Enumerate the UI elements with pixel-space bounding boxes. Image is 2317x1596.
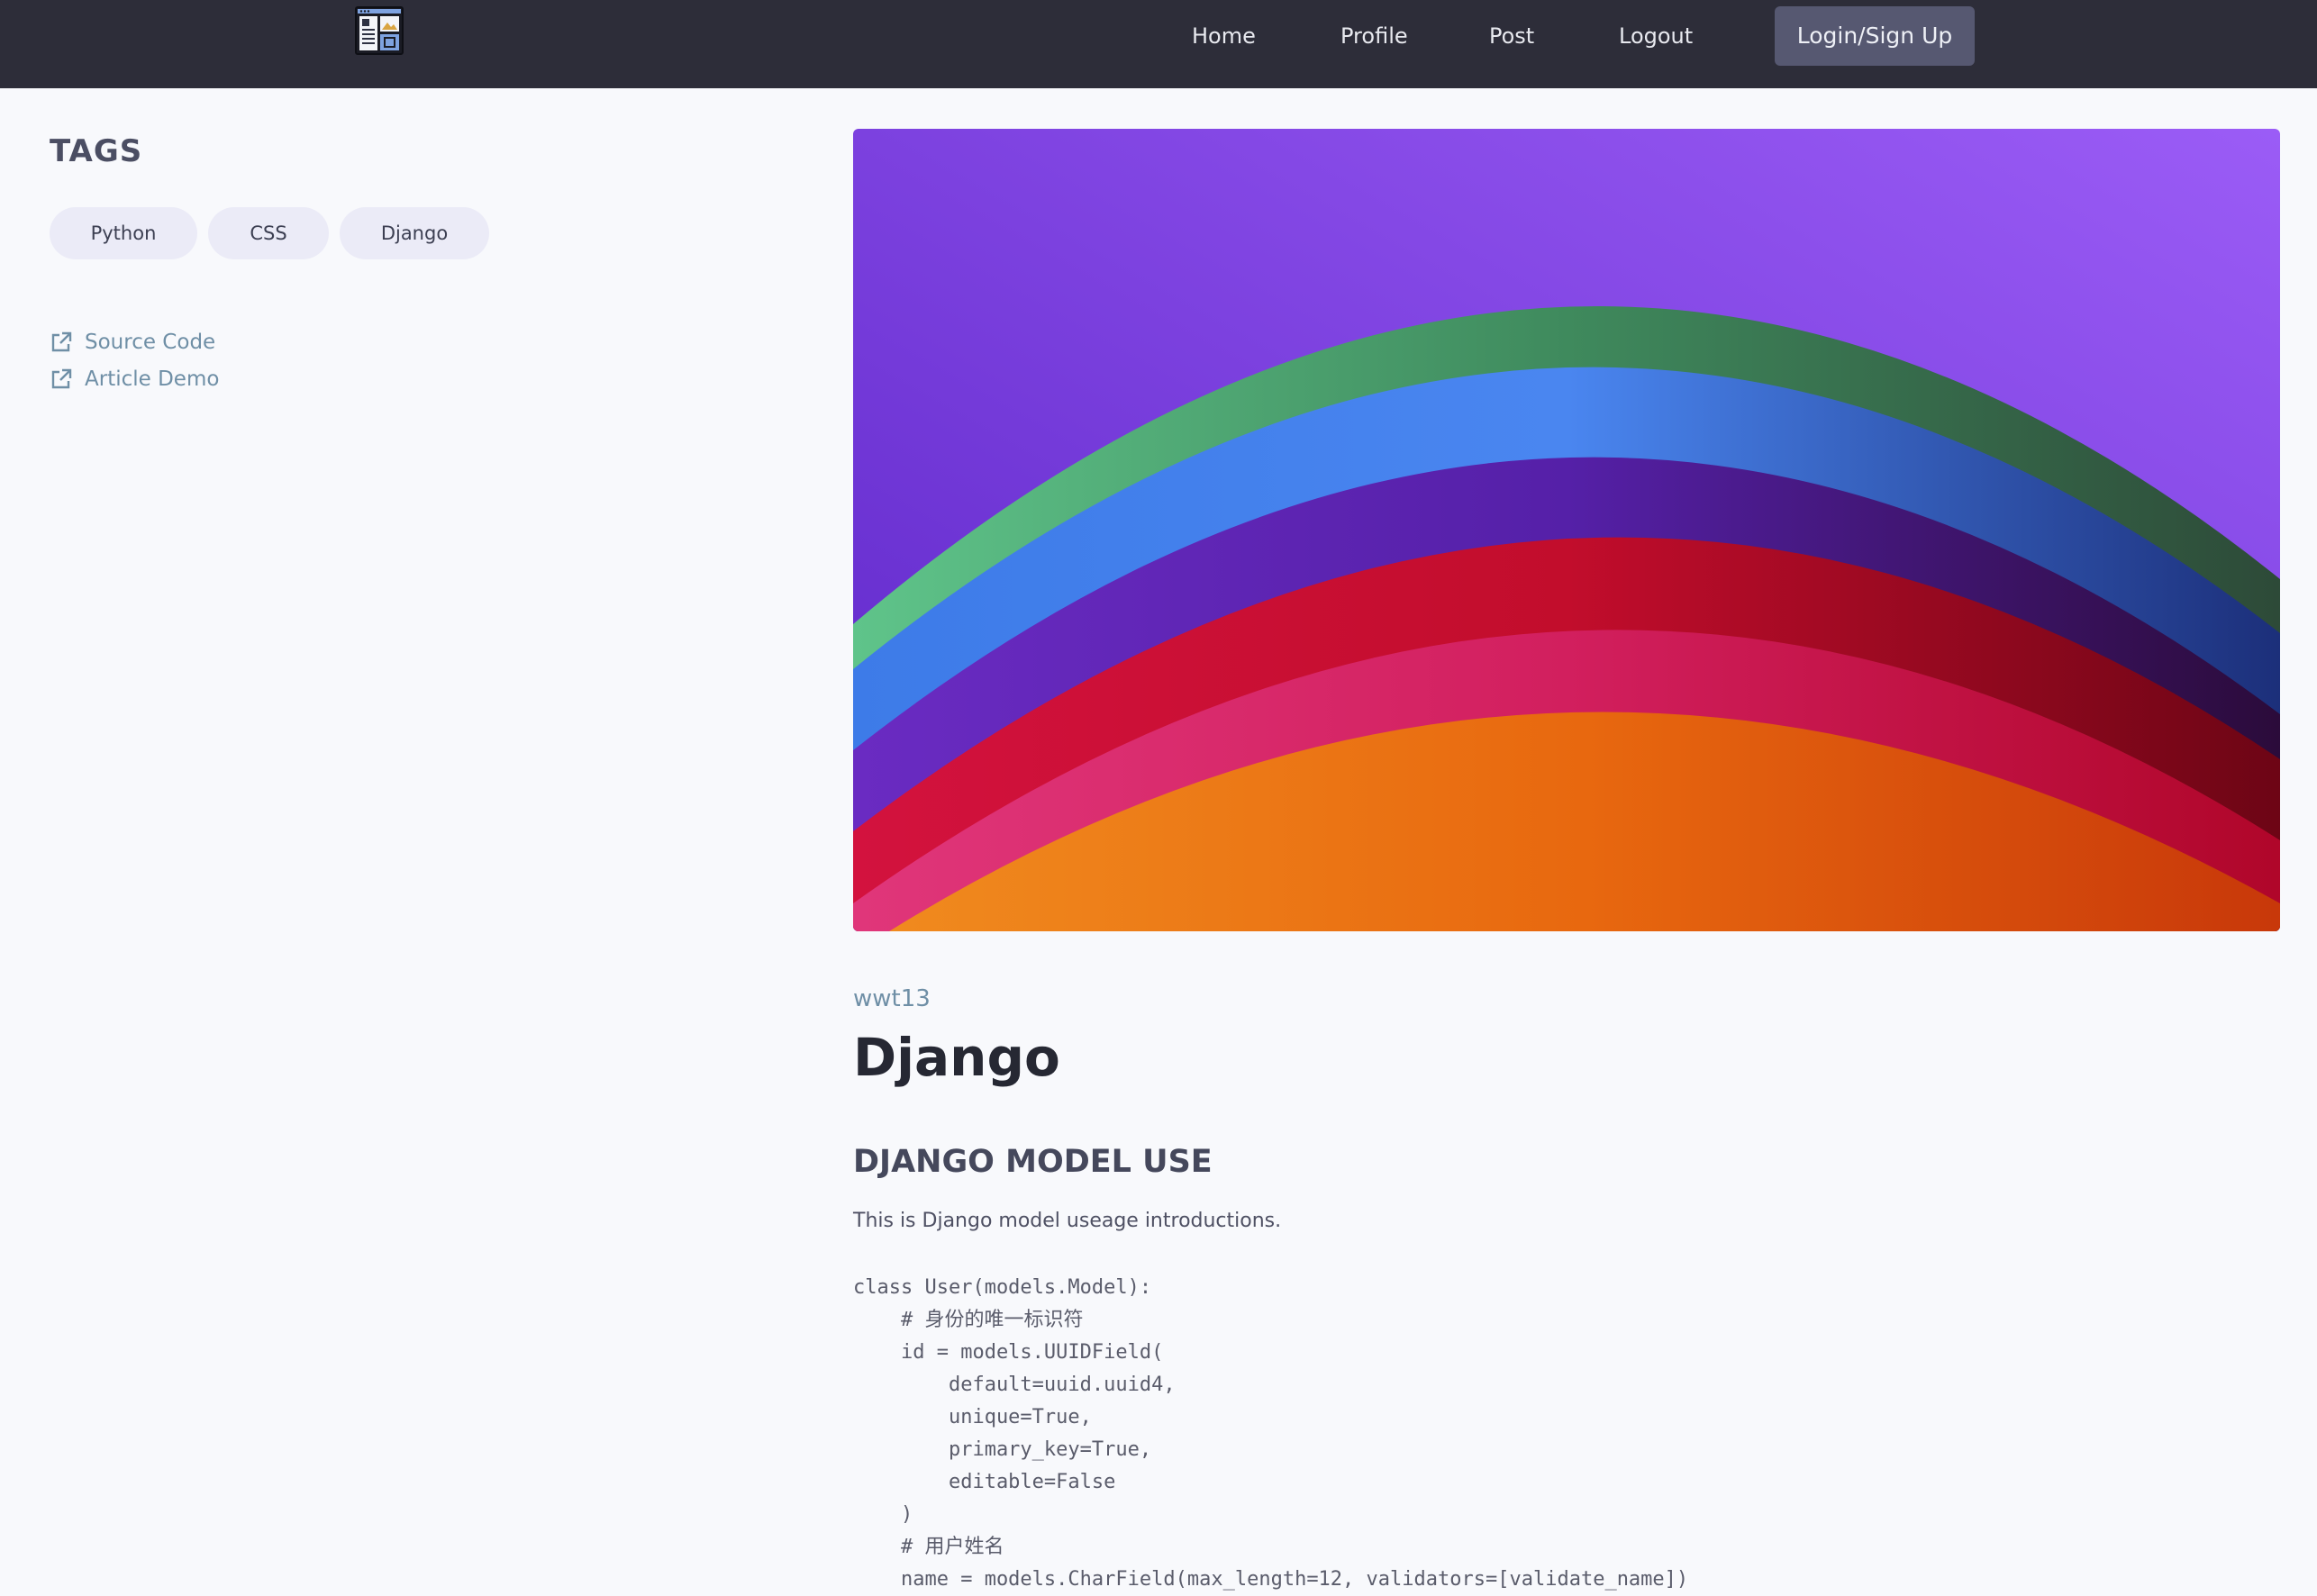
login-signup-button[interactable]: Login/Sign Up [1775, 6, 1975, 66]
code-line: unique=True, [853, 1406, 1092, 1428]
nav-logout-link[interactable]: Logout [1619, 20, 1693, 52]
article-intro: This is Django model useage introduction… [853, 1210, 1282, 1232]
nav-home-link[interactable]: Home [1192, 20, 1256, 52]
nav-profile-link[interactable]: Profile [1340, 20, 1408, 52]
tag-python[interactable]: Python [50, 207, 197, 259]
tag-css[interactable]: CSS [208, 207, 329, 259]
code-block: class User(models.Model): # 身份的唯一标识符 id … [853, 1272, 2280, 1596]
article-title: Django [853, 1027, 1060, 1088]
top-navbar: Home Profile Post Logout Login/Sign Up [0, 0, 2317, 88]
article-hero-image [853, 129, 2280, 931]
source-code-label: Source Code [85, 331, 216, 354]
site-logo-icon[interactable] [354, 5, 404, 56]
tag-django[interactable]: Django [340, 207, 489, 259]
tags-heading: TAGS [50, 133, 143, 169]
source-code-link[interactable]: Source Code [50, 328, 215, 357]
article-author-link[interactable]: wwt13 [853, 985, 931, 1012]
code-line: # 身份的唯一标识符 [853, 1309, 1084, 1331]
code-line: # 用户姓名 [853, 1536, 1004, 1558]
code-line: class User(models.Model): [853, 1276, 1152, 1299]
code-line: id = models.UUIDField( [853, 1341, 1164, 1364]
article-demo-link[interactable]: Article Demo [50, 365, 219, 394]
external-link-icon [50, 367, 73, 391]
code-line: name = models.CharField(max_length=12, v… [853, 1568, 1689, 1591]
code-line: ) [853, 1503, 913, 1526]
nav-post-link[interactable]: Post [1489, 20, 1534, 52]
code-line: editable=False [853, 1471, 1116, 1493]
article-demo-label: Article Demo [85, 367, 220, 391]
code-line: primary_key=True, [853, 1438, 1152, 1461]
article-subheading: DJANGO MODEL USE [853, 1144, 1213, 1180]
external-link-icon [50, 331, 73, 354]
code-line: default=uuid.uuid4, [853, 1374, 1176, 1396]
